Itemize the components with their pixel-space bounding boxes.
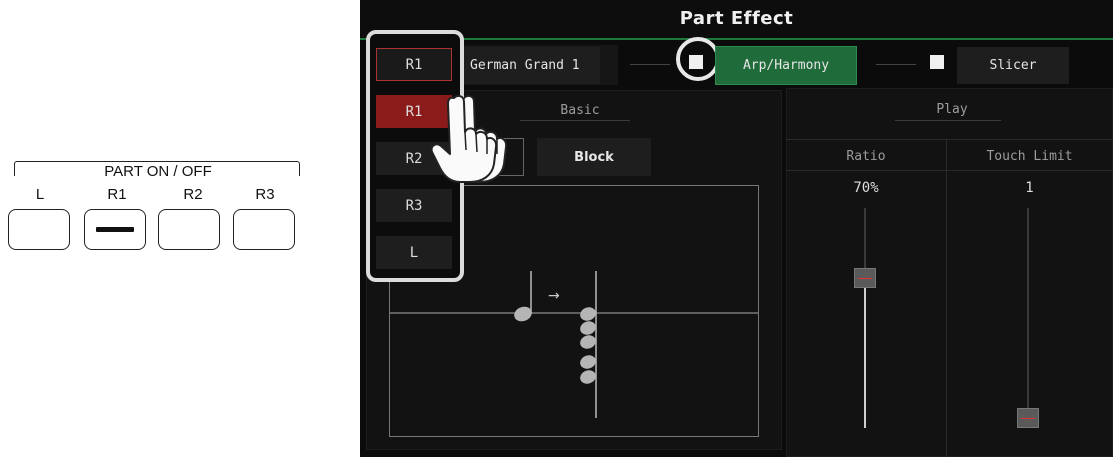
chord-note-icon — [580, 370, 596, 384]
part-l-button[interactable] — [8, 209, 70, 250]
part-r2-button[interactable] — [158, 209, 220, 250]
ratio-slider-track[interactable] — [854, 208, 876, 428]
part-selector-field[interactable]: R1 — [376, 48, 452, 81]
r1-led-indicator — [96, 227, 134, 232]
arrow-icon: → — [548, 288, 560, 304]
dropdown-item-l[interactable]: L — [376, 236, 452, 269]
arp-harmony-button[interactable]: Arp/Harmony — [715, 46, 857, 85]
part-r3-button[interactable] — [233, 209, 295, 250]
chord-note-icon — [580, 307, 596, 321]
touch-limit-label: Touch Limit — [986, 149, 1073, 164]
display-screen: Part Effect German Grand 1 Arp/Harmony S… — [360, 0, 1113, 457]
connector-line — [630, 64, 670, 65]
touch-limit-slider-thumb[interactable] — [1017, 408, 1039, 428]
chord-note-icon — [580, 335, 596, 349]
part-r3-label: R3 — [255, 186, 275, 203]
play-divider-2 — [786, 170, 1113, 171]
play-header: Play — [936, 102, 968, 117]
chord-note-icon — [580, 321, 596, 335]
slicer-button[interactable]: Slicer — [957, 47, 1069, 84]
page-title: Part Effect — [679, 8, 794, 29]
touch-limit-value: 1 — [1025, 180, 1034, 196]
ratio-value: 70% — [853, 180, 879, 196]
basic-header: Basic — [560, 103, 600, 118]
part-r1-label: R1 — [107, 186, 127, 203]
ratio-slider-thumb[interactable] — [854, 268, 876, 288]
voice-name-field[interactable]: German Grand 1 — [460, 47, 600, 84]
part-r1-button[interactable] — [84, 209, 146, 250]
part-r2-label: R2 — [183, 186, 203, 203]
pointing-hand-overlay-icon — [430, 94, 498, 183]
play-panel — [786, 88, 1113, 457]
connector-line-2 — [876, 64, 916, 65]
basic-underline — [520, 120, 630, 121]
play-divider — [786, 139, 1113, 140]
part-on-off-title: PART ON / OFF — [14, 163, 302, 180]
title-bar: Part Effect — [360, 0, 1113, 40]
touch-limit-slider-track[interactable] — [1017, 208, 1039, 428]
highlight-circle — [676, 37, 720, 81]
slicer-toggle-checkbox[interactable] — [930, 55, 944, 69]
ratio-slider-fill — [864, 278, 866, 428]
dropdown-item-r3[interactable]: R3 — [376, 189, 452, 222]
part-l-label: L — [35, 186, 45, 203]
block-mode-button[interactable]: Block — [537, 138, 651, 176]
chord-note-icon — [580, 355, 596, 369]
ratio-label: Ratio — [846, 149, 886, 164]
play-underline — [895, 120, 1001, 121]
